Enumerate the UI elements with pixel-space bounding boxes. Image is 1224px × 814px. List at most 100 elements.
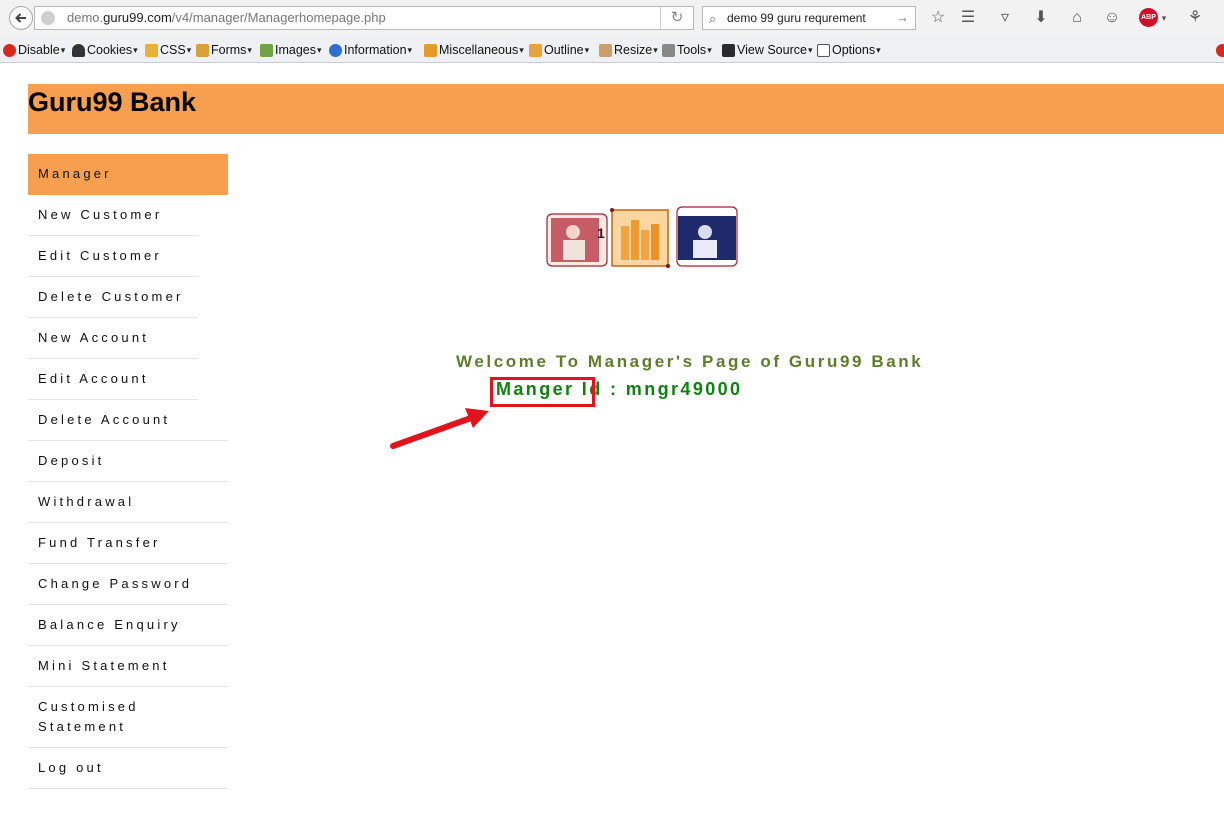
devbar-forms-label: Forms xyxy=(211,43,247,57)
devbar-miscellaneous-label: Miscellaneous xyxy=(439,43,519,57)
chevron-down-icon: ▾ xyxy=(133,44,138,55)
back-arrow-icon xyxy=(15,13,26,23)
bank-header: Guru99 Bank xyxy=(28,84,1224,134)
annotation-arrow-icon xyxy=(390,408,489,449)
banner-coins-photo xyxy=(610,208,670,268)
downloads-icon[interactable]: ⬇ xyxy=(1031,8,1051,28)
devbar-resize-label: Resize xyxy=(614,43,653,57)
sidebar-menu: Manager New Customer Edit Customer Delet… xyxy=(28,154,228,789)
chevron-down-icon: ▾ xyxy=(519,44,524,55)
globe-icon xyxy=(41,11,55,25)
outline-icon xyxy=(529,43,542,57)
tools-icon xyxy=(662,43,675,57)
sidebar-item-delete-customer[interactable]: Delete Customer xyxy=(28,277,198,318)
devbar-disable[interactable]: Disable ▾ xyxy=(3,41,65,59)
chevron-down-icon: ▾ xyxy=(707,44,712,55)
sidebar-item-withdrawal[interactable]: Withdrawal xyxy=(28,482,228,523)
close-icon xyxy=(1216,43,1224,57)
banner-business-woman-photo xyxy=(676,206,738,267)
chevron-down-icon: ▾ xyxy=(247,44,252,55)
devbar-outline-label: Outline xyxy=(544,43,584,57)
devbar-options-label: Options xyxy=(832,43,876,57)
url-text: demo. guru99.com/v4/manager/Managerhomepa… xyxy=(67,7,386,29)
search-icon: ⌕ xyxy=(709,11,717,26)
reading-list-icon[interactable]: ☰ xyxy=(958,8,978,28)
adblock-icon[interactable]: ABP xyxy=(1139,8,1158,27)
reload-icon[interactable]: ↻ xyxy=(660,7,693,29)
devbar-tools-label: Tools xyxy=(677,43,707,57)
sidebar-item-customised-statement[interactable]: Customised Statement xyxy=(28,687,228,748)
devbar-disable-label: Disable xyxy=(18,43,60,57)
sidebar-item-fund-transfer[interactable]: Fund Transfer xyxy=(28,523,228,564)
forms-icon xyxy=(196,43,209,57)
search-query: demo 99 guru requrement xyxy=(727,11,866,25)
bookmark-star-icon[interactable]: ☆ xyxy=(928,8,948,28)
view-source-icon xyxy=(722,43,735,57)
chevron-down-icon: ▾ xyxy=(584,44,590,55)
devbar-view-source[interactable]: View Source ▾ xyxy=(722,41,812,59)
resize-icon xyxy=(599,43,612,57)
devbar-cookies[interactable]: Cookies ▾ xyxy=(72,41,138,59)
images-icon xyxy=(260,43,273,57)
bank-title: Guru99 Bank xyxy=(28,87,197,117)
devbar-view-source-label: View Source xyxy=(737,43,807,57)
chevron-down-icon: ▾ xyxy=(407,44,413,55)
svg-text:1: 1 xyxy=(597,225,605,241)
sidebar-item-edit-account[interactable]: Edit Account xyxy=(28,359,198,400)
sidebar-item-delete-account[interactable]: Delete Account xyxy=(28,400,228,441)
welcome-message: Welcome To Manager's Page of Guru99 Bank xyxy=(456,352,924,371)
devbar-forms[interactable]: Forms ▾ xyxy=(196,41,252,59)
devbar-images[interactable]: Images ▾ xyxy=(260,41,322,59)
search-bar[interactable]: ⌕ demo 99 guru requrement → xyxy=(702,6,916,30)
cookies-icon xyxy=(72,43,85,57)
sidebar-item-deposit[interactable]: Deposit xyxy=(28,441,228,482)
chevron-down-icon: ▾ xyxy=(317,44,322,55)
bank-banner-image: 1 xyxy=(546,206,738,268)
chevron-down-icon: ▾ xyxy=(653,44,658,55)
chat-icon[interactable]: ☺ xyxy=(1102,8,1122,28)
url-host: guru99.com xyxy=(103,10,172,25)
url-host-prefix: demo. xyxy=(67,10,104,25)
web-developer-toolbar: Disable ▾ Cookies ▾ CSS ▾ Forms ▾ Images ▾ In… xyxy=(0,36,1224,63)
back-button[interactable] xyxy=(9,6,33,30)
chevron-down-icon: ▾ xyxy=(60,44,66,55)
devbar-tools[interactable]: Tools ▾ xyxy=(662,41,712,59)
sidebar-item-new-customer[interactable]: New Customer xyxy=(28,195,198,236)
devbar-outline[interactable]: Outline ▾ xyxy=(529,41,589,59)
annotation-highlight-box xyxy=(490,377,595,407)
browser-navbar: demo. guru99.com/v4/manager/Managerhomepa… xyxy=(0,0,1224,36)
devbar-css[interactable]: CSS ▾ xyxy=(145,41,191,59)
devbar-information[interactable]: Information ▾ xyxy=(329,41,412,59)
url-bar[interactable]: demo. guru99.com/v4/manager/Managerhomepa… xyxy=(34,6,694,30)
information-icon xyxy=(329,43,342,57)
css-icon xyxy=(145,43,158,57)
devbar-resize[interactable]: Resize ▾ xyxy=(599,41,658,59)
miscellaneous-icon xyxy=(424,43,437,57)
sidebar-item-new-account[interactable]: New Account xyxy=(28,318,198,359)
devbar-css-label: CSS xyxy=(160,43,186,57)
chevron-down-icon: ▾ xyxy=(807,44,813,55)
devbar-cookies-label: Cookies xyxy=(87,43,133,57)
url-path: /v4/manager/Managerhomepage.php xyxy=(171,10,386,25)
devbar-miscellaneous[interactable]: Miscellaneous ▾ xyxy=(424,41,524,59)
banner-phone-man-photo: 1 xyxy=(546,213,608,267)
chevron-down-icon: ▾ xyxy=(876,44,881,55)
sidebar-item-mini-statement[interactable]: Mini Statement xyxy=(28,646,228,687)
search-go-arrow-icon[interactable]: → xyxy=(896,7,909,29)
options-icon xyxy=(817,43,830,57)
sidebar-item-manager[interactable]: Manager xyxy=(28,154,228,195)
pocket-icon[interactable]: ▿ xyxy=(995,8,1015,28)
sidebar-item-log-out[interactable]: Log out xyxy=(28,748,228,789)
addon-icon[interactable]: ⚘ xyxy=(1186,8,1204,28)
devbar-images-label: Images xyxy=(275,43,316,57)
devbar-information-label: Information xyxy=(344,43,407,57)
disable-icon xyxy=(3,43,16,57)
adblock-dropdown-icon[interactable]: ▾ xyxy=(1159,8,1169,28)
sidebar-item-balance-enquiry[interactable]: Balance Enquiry xyxy=(28,605,228,646)
sidebar-item-change-password[interactable]: Change Password xyxy=(28,564,228,605)
chevron-down-icon: ▾ xyxy=(186,44,192,55)
home-icon[interactable]: ⌂ xyxy=(1067,8,1087,28)
sidebar-item-edit-customer[interactable]: Edit Customer xyxy=(28,236,198,277)
devbar-close[interactable] xyxy=(1216,41,1224,59)
devbar-options[interactable]: Options ▾ xyxy=(817,41,881,59)
